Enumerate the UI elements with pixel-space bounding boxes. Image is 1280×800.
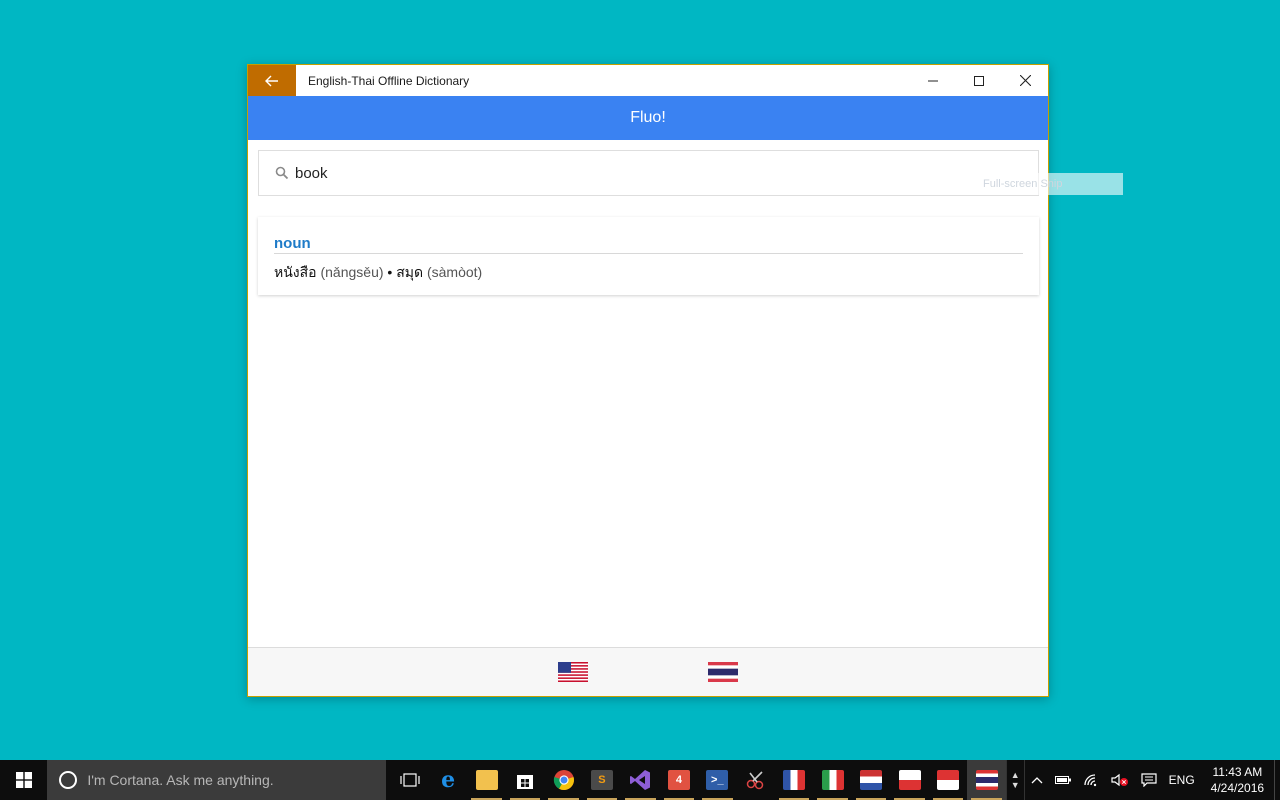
close-button[interactable] [1002, 65, 1048, 96]
chrome-icon [553, 770, 574, 791]
app-header: Fluo! [248, 96, 1048, 140]
us-flag-icon[interactable] [558, 662, 588, 682]
chevron-down-icon: ▼ [1010, 780, 1020, 790]
part-of-speech: noun [274, 235, 1023, 254]
red-dictionary-icon [898, 770, 921, 790]
romanization-2: (sàmòot) [426, 264, 483, 280]
taskbar-dictionary-fr[interactable] [775, 760, 813, 800]
dutch-dictionary-icon [860, 770, 883, 790]
cortana-search[interactable]: I'm Cortana. Ask me anything. [47, 760, 387, 800]
cortana-icon [59, 771, 78, 789]
system-tray: ▲ ▼ ENG 11:43 AM 4/24/2016 [1005, 760, 1280, 800]
thai-dictionary-icon [975, 770, 998, 790]
back-button[interactable] [248, 65, 296, 96]
start-button[interactable] [0, 760, 47, 800]
show-desktop-button[interactable] [1274, 760, 1280, 800]
translation-line: หนังสือ (nǎngsěu) • สมุด (sàmòot) [274, 262, 1023, 284]
minimize-icon [928, 80, 938, 81]
clock-date: 4/24/2016 [1210, 781, 1265, 795]
maximize-button[interactable] [956, 65, 1002, 96]
task-view-icon [400, 773, 420, 787]
taskbar-chrome[interactable] [544, 760, 582, 800]
task-view-button[interactable] [390, 760, 428, 800]
clock[interactable]: 11:43 AM 4/24/2016 [1201, 764, 1274, 796]
close-icon [1019, 75, 1031, 86]
edge-icon: e [441, 767, 456, 793]
app-header-title: Fluo! [630, 109, 666, 126]
minimize-button[interactable] [910, 65, 956, 96]
taskbar-dictionary-th[interactable] [967, 760, 1006, 800]
taskbar-scroll[interactable]: ▲ ▼ [1005, 760, 1025, 800]
battery-icon [1054, 776, 1071, 784]
arrow-left-icon [265, 75, 278, 86]
taskbar-app-red[interactable]: 4 [660, 760, 698, 800]
app-window: English-Thai Offline Dictionary Fluo! Fu… [247, 64, 1123, 697]
windows-logo-icon [15, 772, 32, 788]
separator: • [387, 264, 393, 280]
scissors-icon [746, 771, 764, 790]
search-input[interactable] [295, 164, 1038, 182]
volume-button[interactable] [1105, 773, 1135, 787]
action-center-button[interactable] [1135, 773, 1163, 787]
taskbar-store[interactable] [506, 760, 544, 800]
taskbar-dictionary-it[interactable] [813, 760, 851, 800]
thai-word-2[interactable]: สมุด [396, 264, 423, 280]
maximize-icon [974, 75, 984, 86]
language-indicator[interactable]: ENG [1163, 773, 1201, 787]
taskbar-sublime[interactable]: S [583, 760, 621, 800]
store-icon [517, 775, 534, 789]
taskbar-dictionary-id[interactable] [929, 760, 967, 800]
taskbar-snipping-tool[interactable] [737, 760, 775, 800]
search-icon [275, 166, 289, 180]
wifi-icon [1084, 774, 1096, 787]
network-button[interactable] [1077, 773, 1105, 787]
title-bar: English-Thai Offline Dictionary [248, 65, 1048, 96]
taskbar-dictionary-nl[interactable] [852, 760, 890, 800]
red-document-icon: 4 [667, 770, 690, 790]
result-card: noun หนังสือ (nǎngsěu) • สมุด (sàmòot) [258, 217, 1039, 295]
notification-icon [1141, 773, 1157, 787]
volume-muted-icon [1111, 773, 1128, 787]
taskbar: I'm Cortana. Ask me anything. e S 4 >_ ▲… [0, 760, 1280, 800]
visual-studio-icon [630, 770, 651, 790]
thailand-flag-icon[interactable] [708, 662, 738, 682]
romanization-1: (nǎngsěu) [320, 264, 384, 280]
indonesian-dictionary-icon [937, 770, 960, 790]
clock-time: 11:43 AM [1212, 765, 1263, 779]
cortana-placeholder: I'm Cortana. Ask me anything. [87, 772, 274, 788]
show-hidden-icons[interactable] [1025, 776, 1049, 784]
italian-dictionary-icon [821, 770, 844, 790]
thai-word-1[interactable]: หนังสือ [274, 264, 317, 280]
footer-bar [248, 647, 1048, 696]
powershell-icon: >_ [706, 770, 729, 790]
taskbar-powershell[interactable]: >_ [698, 760, 736, 800]
taskbar-file-explorer[interactable] [467, 760, 505, 800]
window-title: English-Thai Offline Dictionary [308, 73, 470, 88]
taskbar-visual-studio[interactable] [621, 760, 659, 800]
battery-button[interactable] [1049, 775, 1077, 785]
snip-tooltip: Full-screen Snip [951, 173, 1123, 195]
taskbar-dictionary-pl[interactable] [890, 760, 928, 800]
sublime-text-icon: S [590, 770, 613, 790]
caret-up-icon [1031, 777, 1043, 784]
search-box[interactable] [258, 150, 1039, 196]
folder-icon [475, 770, 498, 790]
chevron-up-icon: ▲ [1010, 770, 1020, 780]
taskbar-edge[interactable]: e [429, 760, 467, 800]
french-dictionary-icon [783, 770, 806, 790]
